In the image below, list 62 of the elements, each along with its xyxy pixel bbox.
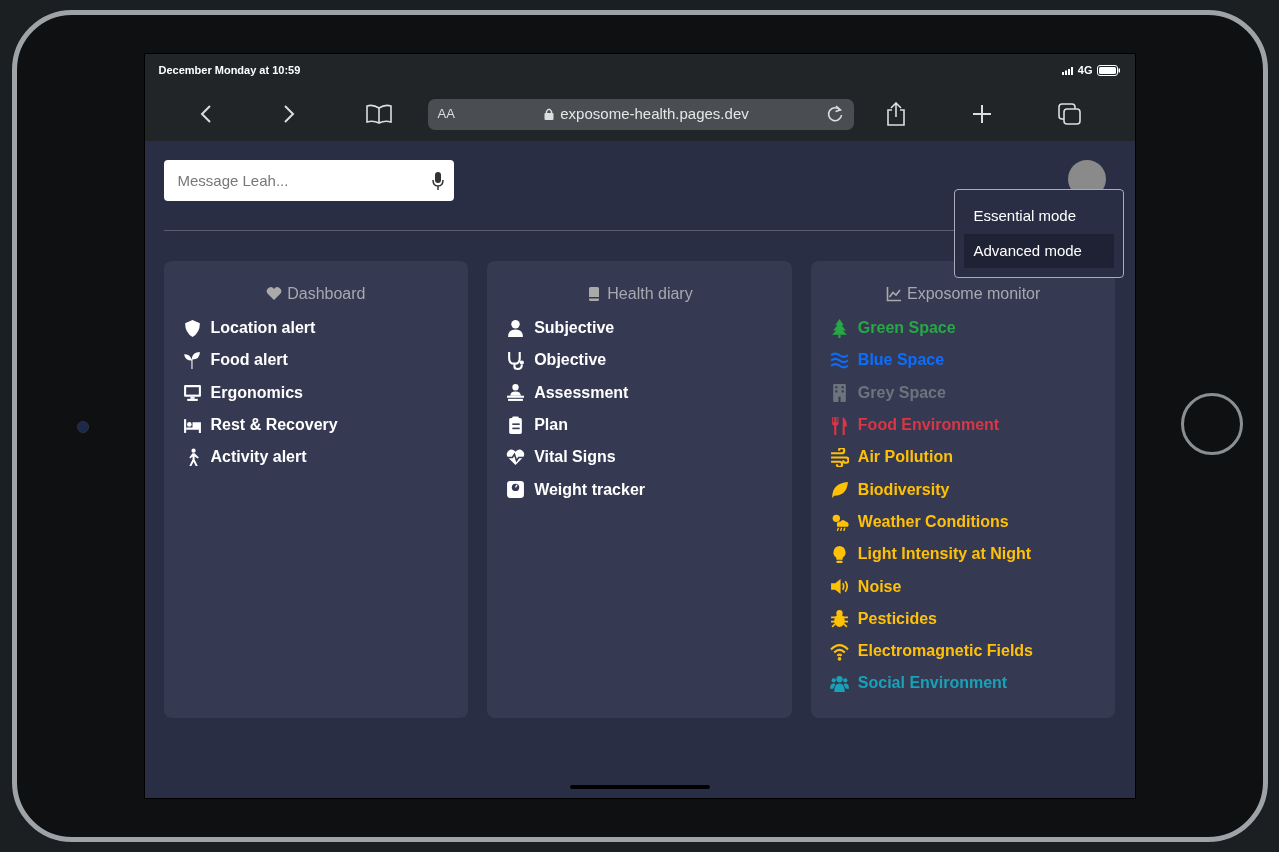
menu-link[interactable]: Air Pollution bbox=[829, 441, 1097, 474]
utensils-icon bbox=[829, 415, 849, 435]
menu-link[interactable]: Objective bbox=[506, 344, 773, 377]
stethoscope-icon bbox=[506, 350, 526, 370]
people-group-icon bbox=[829, 673, 849, 693]
menu-link[interactable]: Rest & Recovery bbox=[182, 408, 450, 442]
menu-link[interactable]: Pesticides bbox=[829, 602, 1097, 635]
person-desk-icon bbox=[506, 383, 526, 403]
address-bar[interactable]: AA exposome-health.pages.dev bbox=[427, 98, 854, 130]
lock-icon bbox=[544, 108, 555, 120]
text-size-button[interactable]: AA bbox=[437, 104, 468, 124]
camera-icon bbox=[76, 421, 89, 433]
card-title: Dashboard bbox=[287, 284, 366, 304]
speaker-icon bbox=[829, 577, 849, 596]
battery-icon bbox=[1096, 65, 1121, 76]
menu-link[interactable]: Assessment bbox=[506, 376, 773, 409]
plus-icon[interactable] bbox=[972, 104, 992, 124]
card-title: Exposome monitor bbox=[906, 284, 1041, 304]
share-icon[interactable] bbox=[886, 102, 907, 126]
menu-link[interactable]: Vital Signs bbox=[506, 441, 773, 474]
line-chart-icon bbox=[885, 286, 902, 302]
forward-icon[interactable] bbox=[283, 104, 295, 124]
network-label: 4G bbox=[1077, 63, 1093, 79]
sprout-icon bbox=[182, 350, 202, 370]
message-field[interactable]: Message Leah... bbox=[163, 160, 454, 201]
home-button[interactable] bbox=[1180, 393, 1243, 455]
signal-icon bbox=[1061, 66, 1074, 75]
wifi-icon bbox=[829, 641, 849, 661]
heartbeat-icon bbox=[506, 447, 526, 467]
monitor-icon bbox=[182, 383, 202, 403]
menu-link[interactable]: Light Intensity at Night bbox=[829, 538, 1097, 571]
menu-link[interactable]: Weather Conditions bbox=[829, 505, 1097, 539]
scale-icon bbox=[506, 480, 526, 500]
menu-link[interactable]: Location alert bbox=[182, 312, 450, 345]
shield-icon bbox=[182, 318, 202, 338]
wind-icon bbox=[829, 447, 849, 467]
microphone-icon[interactable] bbox=[431, 172, 444, 190]
menu-link[interactable]: Plan bbox=[506, 408, 773, 442]
tabs-icon[interactable] bbox=[1057, 103, 1082, 125]
water-waves-icon bbox=[829, 350, 849, 370]
card-title: Health diary bbox=[607, 284, 693, 304]
mode-option[interactable]: Essential mode bbox=[963, 199, 1114, 234]
back-icon[interactable] bbox=[200, 104, 212, 124]
status-time: December Monday at 10:59 bbox=[158, 63, 301, 79]
menu-link[interactable]: Ergonomics bbox=[182, 376, 450, 409]
heart-icon bbox=[266, 286, 283, 302]
book-icon[interactable] bbox=[366, 104, 392, 124]
reload-icon[interactable] bbox=[825, 105, 844, 123]
menu-link[interactable]: Food alert bbox=[182, 344, 450, 377]
mode-option[interactable]: Advanced mode bbox=[963, 233, 1114, 268]
menu-link[interactable]: Weight tracker bbox=[506, 473, 773, 506]
menu-link[interactable]: Electromagnetic Fields bbox=[829, 634, 1097, 668]
tree-icon bbox=[829, 318, 849, 338]
menu-link[interactable]: Biodiversity bbox=[829, 473, 1097, 506]
url-text: exposome-health.pages.dev bbox=[560, 103, 749, 124]
menu-link[interactable]: Green Space bbox=[829, 312, 1097, 345]
menu-link[interactable]: Noise bbox=[829, 570, 1097, 603]
leaf-icon bbox=[829, 480, 849, 500]
menu-link[interactable]: Social Environment bbox=[829, 667, 1097, 700]
menu-link[interactable]: Activity alert bbox=[182, 441, 450, 474]
bug-icon bbox=[829, 609, 849, 629]
menu-link[interactable]: Subjective bbox=[506, 312, 773, 345]
